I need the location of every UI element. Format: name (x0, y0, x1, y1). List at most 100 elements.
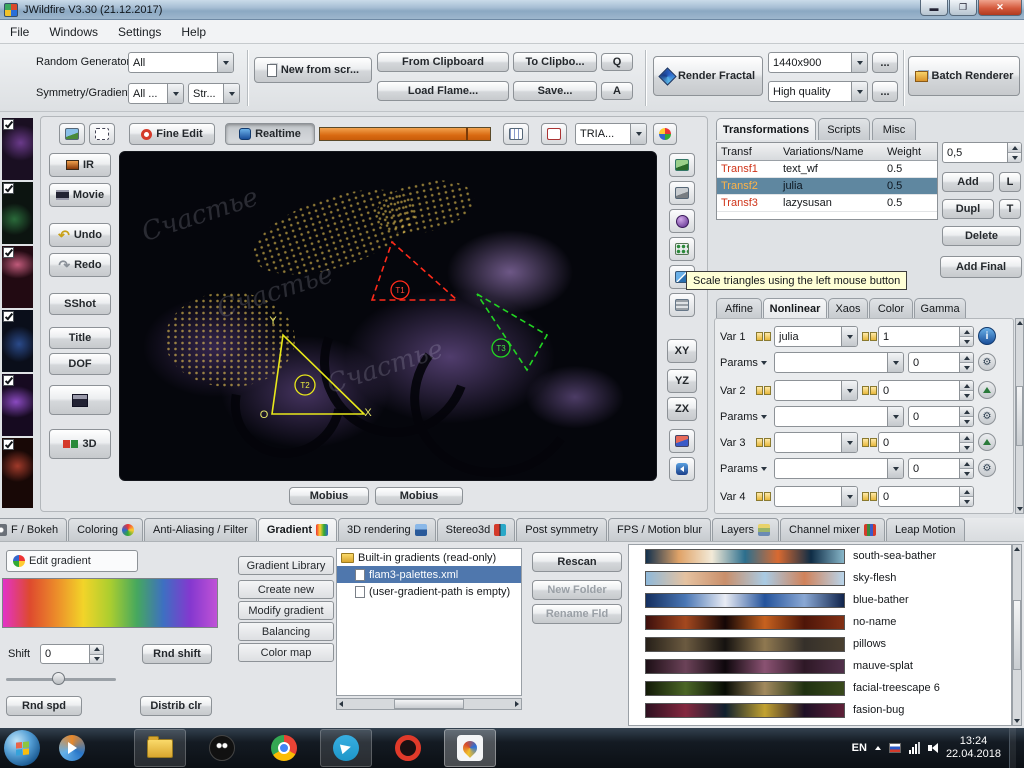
var3-amount-spinner[interactable]: 0 (878, 432, 974, 453)
var4-select[interactable] (774, 486, 858, 507)
flag-tray-icon[interactable] (888, 743, 901, 753)
flame-thumbnail[interactable] (2, 182, 33, 244)
spinner-up-icon[interactable] (960, 459, 973, 468)
show-desktop-button[interactable] (1009, 728, 1016, 768)
add-t-button[interactable]: T (999, 199, 1021, 219)
gradient-list-item[interactable]: south-sea-bather (629, 545, 1011, 567)
triangle-overlay[interactable]: T1 T2 Y O X T3 (120, 152, 657, 481)
menu-windows[interactable]: Windows (49, 25, 98, 39)
params2-select[interactable] (774, 406, 904, 427)
resolution-more-button[interactable]: ... (872, 52, 898, 73)
spinner-up-icon[interactable] (960, 433, 973, 442)
gradient-style-select[interactable]: Str... (188, 83, 240, 104)
redo-button[interactable]: ↷ Redo (49, 253, 111, 277)
new-from-scratch-button[interactable]: New from scr... (254, 57, 372, 83)
opera-icon[interactable] (382, 729, 434, 767)
sphere-view-button[interactable] (669, 209, 695, 233)
volume-icon[interactable] (927, 743, 938, 753)
transform-row[interactable]: Transf3 lazysusan 0.5 (717, 195, 937, 212)
var2-select[interactable] (774, 380, 858, 401)
thumbnail-checkbox[interactable] (3, 183, 14, 194)
spinner-up-icon[interactable] (90, 645, 103, 654)
chevron-down-icon[interactable] (841, 433, 857, 452)
symmetry-select[interactable]: All ... (128, 83, 184, 104)
create-new-button[interactable]: Create new (238, 580, 334, 599)
spinner-up-icon[interactable] (960, 487, 973, 496)
rnd-shift-button[interactable]: Rnd shift (142, 644, 212, 664)
tray-expand-icon[interactable] (874, 746, 881, 750)
dof-button[interactable]: DOF (49, 353, 111, 375)
chevron-down-icon[interactable] (851, 53, 867, 72)
var1-amount-spinner[interactable]: 1 (878, 326, 974, 347)
gradient-list-item[interactable]: blue-bather (629, 589, 1011, 611)
chevron-down-icon[interactable] (223, 84, 239, 103)
modify-gradient-button[interactable]: Modify gradient (238, 601, 334, 620)
gear-icon[interactable]: ⚙ (978, 459, 996, 477)
3d-button[interactable]: 3D (49, 429, 111, 459)
nonlinear-scrollbar[interactable] (1015, 318, 1024, 514)
file-explorer-icon[interactable] (134, 729, 186, 767)
gradient-list-item[interactable]: sky-flesh (629, 567, 1011, 589)
gradient-library-button[interactable]: Gradient Library (238, 556, 334, 575)
edit-view-button[interactable] (59, 123, 85, 145)
render-progress-bar[interactable] (319, 127, 491, 141)
gradient-list-item[interactable]: fasion-bug (629, 699, 1011, 721)
var-toggle-icon[interactable] (756, 438, 771, 447)
quality-select[interactable]: High quality (768, 81, 868, 102)
params2-label[interactable]: Params (720, 406, 767, 427)
chevron-down-icon[interactable] (841, 327, 857, 346)
tab-bokeh[interactable]: F / Bokeh (0, 518, 68, 541)
tab-antialiasing[interactable]: Anti-Aliasing / Filter (144, 518, 257, 541)
transform-row-selected[interactable]: Transf2 julia 0.5 (717, 178, 937, 195)
gear-icon[interactable]: ⚙ (978, 407, 996, 425)
add-final-button[interactable]: Add Final (940, 256, 1022, 278)
var-toggle-icon[interactable] (756, 386, 771, 395)
gradient-list-item[interactable]: no-name (629, 611, 1011, 633)
snapshot-view-button[interactable] (669, 429, 695, 453)
var-toggle-icon[interactable] (756, 492, 771, 501)
move-up-icon[interactable] (978, 433, 996, 451)
rename-folder-button[interactable]: Rename Fld (532, 604, 622, 624)
gradient-tree[interactable]: Built-in gradients (read-only) flam3-pal… (336, 548, 522, 696)
realtime-toggle-button[interactable]: Realtime (225, 123, 315, 145)
menu-help[interactable]: Help (181, 25, 206, 39)
transform-row[interactable]: Transf1 text_wf 0.5 (717, 161, 937, 178)
view-zx-button[interactable]: ZX (667, 397, 697, 421)
var3-select[interactable] (774, 432, 858, 453)
flame-thumbnail[interactable] (2, 374, 33, 436)
batch-renderer-button[interactable]: Batch Renderer (908, 56, 1020, 96)
tab-channel-mixer[interactable]: Channel mixer (780, 518, 885, 541)
media-player-icon[interactable] (46, 729, 98, 767)
scrollbar-thumb[interactable] (1016, 386, 1023, 446)
var1-select[interactable]: julia (774, 326, 858, 347)
save-button[interactable]: Save... (513, 81, 597, 101)
jwildfire-taskbar-icon[interactable] (444, 729, 496, 767)
spinner-up-icon[interactable] (960, 381, 973, 390)
thumbnail-checkbox[interactable] (3, 311, 14, 322)
flame-thumbnail[interactable] (2, 246, 33, 308)
var2-amount-spinner[interactable]: 0 (878, 380, 974, 401)
chevron-down-icon[interactable] (887, 459, 903, 478)
tab-misc[interactable]: Misc (872, 118, 916, 140)
params1-select[interactable] (774, 352, 904, 373)
menu-settings[interactable]: Settings (118, 25, 161, 39)
camera-arrow-button[interactable] (669, 457, 695, 481)
movie-button[interactable]: Movie (49, 183, 111, 207)
guides-toggle-button[interactable] (541, 123, 567, 145)
chevron-down-icon[interactable] (887, 407, 903, 426)
var-toggle-icon[interactable] (862, 492, 877, 501)
fractal-preview[interactable]: Счастье Счастье Счастье T1 T2 Y O X T3 (119, 151, 657, 481)
mobius-left-button[interactable]: Mobius (289, 487, 369, 505)
var4-amount-spinner[interactable]: 0 (878, 486, 974, 507)
flame-thumbnail[interactable] (2, 118, 33, 180)
spinner-down-icon[interactable] (960, 442, 973, 452)
var-toggle-icon[interactable] (756, 332, 771, 341)
delete-transform-button[interactable]: Delete (942, 226, 1021, 246)
add-transform-button[interactable]: Add (942, 172, 994, 192)
subtab-xaos[interactable]: Xaos (828, 298, 868, 318)
chrome-icon[interactable] (258, 729, 310, 767)
preview-image-button[interactable] (669, 153, 695, 177)
duplicate-transform-button[interactable]: Dupl (942, 199, 994, 219)
subtab-nonlinear[interactable]: Nonlinear (763, 298, 827, 318)
ir-button[interactable]: IR (49, 153, 111, 177)
